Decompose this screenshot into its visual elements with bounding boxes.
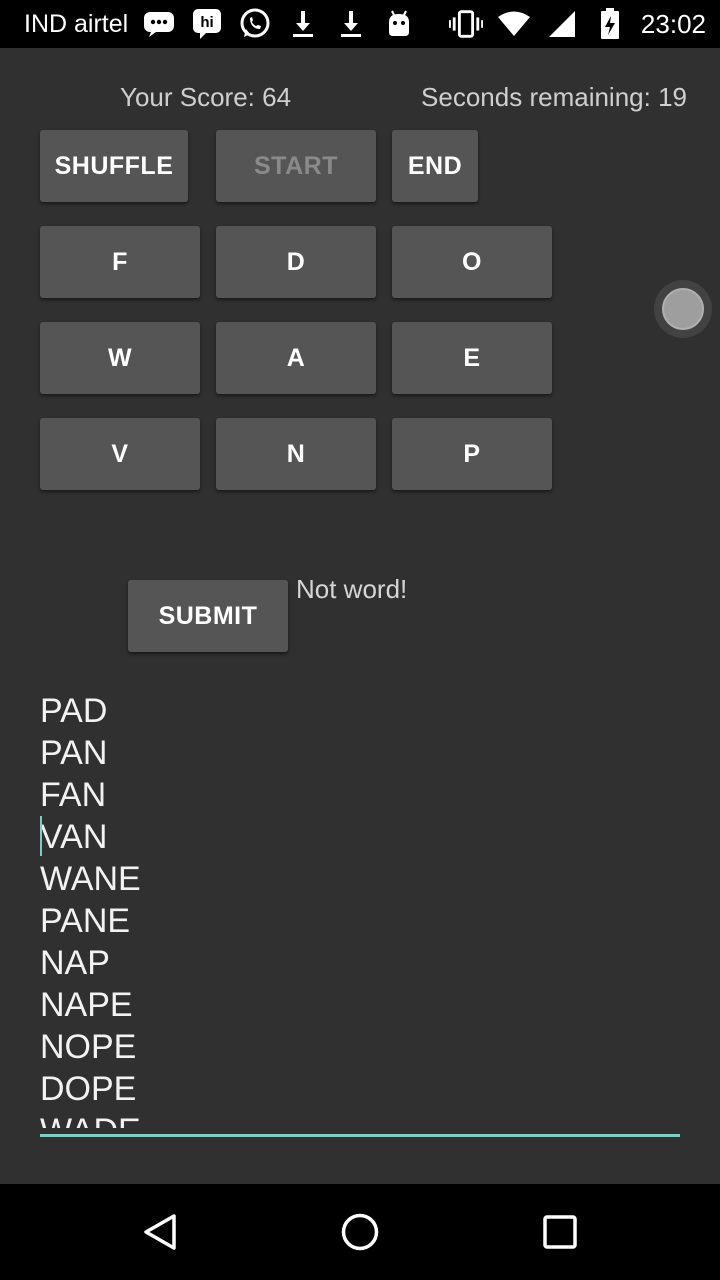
whatsapp-icon (238, 7, 272, 41)
download-icon (286, 7, 320, 41)
text-field-underline (40, 1134, 680, 1137)
download-icon (334, 7, 368, 41)
found-word: WANE (40, 860, 141, 898)
status-bar: IND airtel hi 23:02 (0, 0, 720, 48)
message-icon (142, 7, 176, 41)
submit-button[interactable]: SUBMIT (128, 580, 288, 652)
navigation-bar (0, 1184, 720, 1280)
timer-label: Seconds remaining: 19 (421, 82, 687, 112)
letter-tile[interactable]: A (216, 322, 376, 394)
found-word: PAN (40, 734, 108, 772)
found-words-list[interactable]: PAD PAN FAN VAN WANE PANE NAP NAPE NOPE … (40, 690, 680, 1128)
start-button[interactable]: START (216, 130, 376, 202)
wifi-icon (497, 7, 531, 41)
found-word: NOPE (40, 1028, 137, 1066)
android-icon (382, 7, 416, 41)
svg-text:hi: hi (201, 14, 214, 31)
letter-tile[interactable]: F (40, 226, 200, 298)
end-button[interactable]: END (392, 130, 478, 202)
recents-icon[interactable] (540, 1212, 580, 1252)
signal-icon (545, 7, 579, 41)
result-message: Not word! (296, 574, 408, 604)
clock: 23:02 (640, 8, 706, 39)
found-word: PANE (40, 902, 131, 940)
letter-tile[interactable]: W (40, 322, 200, 394)
letter-tile[interactable]: D (216, 226, 376, 298)
home-icon[interactable] (340, 1212, 380, 1252)
vibrate-icon (448, 7, 483, 41)
found-word: PAD (40, 692, 108, 730)
carrier-name: IND airtel (24, 9, 129, 38)
shuffle-button[interactable]: SHUFFLE (40, 130, 188, 202)
letter-tile[interactable]: N (216, 418, 376, 490)
found-word: NAP (40, 944, 110, 982)
hike-icon: hi (190, 7, 224, 41)
found-word: NAPE (40, 986, 133, 1024)
back-icon[interactable] (140, 1212, 180, 1252)
found-word: DOPE (40, 1070, 137, 1108)
touch-indicator[interactable] (654, 280, 712, 338)
letter-tile[interactable]: E (392, 322, 552, 394)
found-word: FAN (40, 776, 107, 814)
found-word: VAN (40, 818, 108, 856)
text-cursor (40, 816, 42, 856)
letter-tile[interactable]: O (392, 226, 552, 298)
letter-tile[interactable]: V (40, 418, 200, 490)
battery-icon (593, 7, 627, 41)
score-label: Your Score: 64 (120, 82, 292, 112)
found-word: WADE (40, 1110, 680, 1128)
letter-tile[interactable]: P (392, 418, 552, 490)
app-screen: IND airtel hi 23:02 Your Score: 64 Secon… (0, 0, 720, 1280)
